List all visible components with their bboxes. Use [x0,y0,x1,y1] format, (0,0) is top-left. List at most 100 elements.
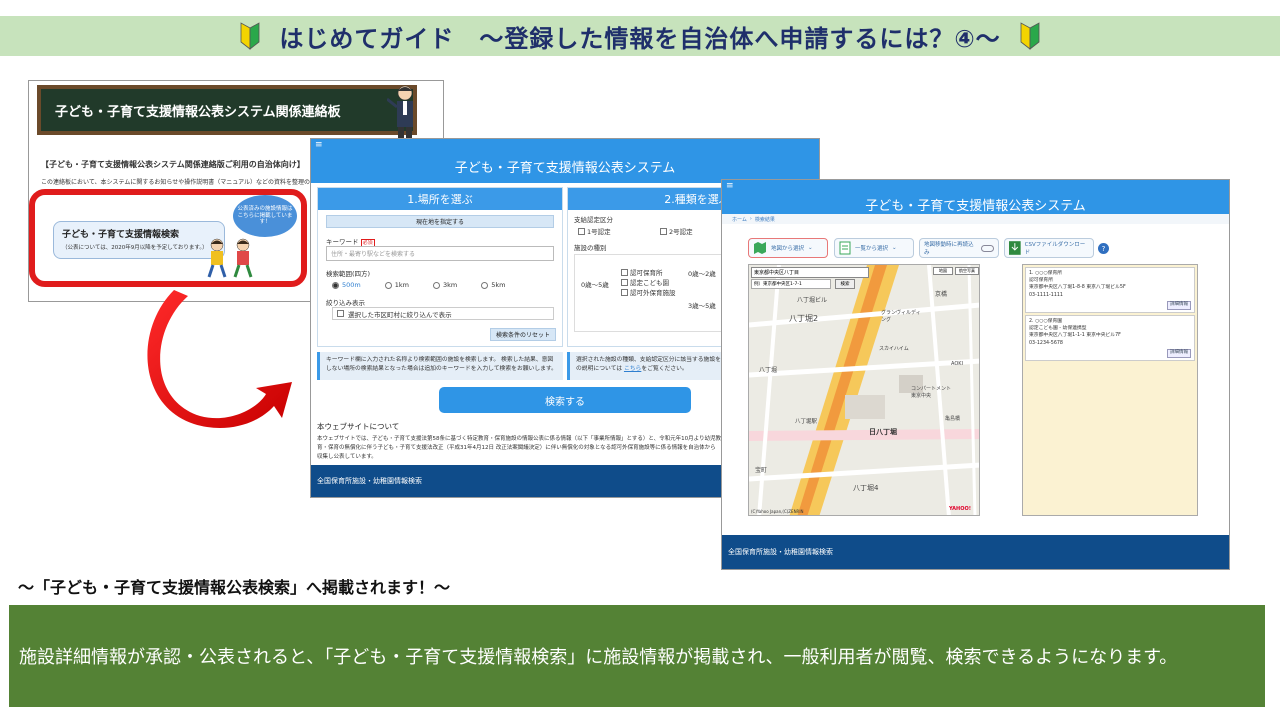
range-option-3km[interactable]: 3km [432,281,457,289]
keyword-info: キーワード欄に入力された名称より検索範囲の施設を検索します。 検索した結果、意図… [317,352,563,380]
bulletin-note: この連絡板において、本システムに関するお知らせや操作説明書（マニュアル）などの資… [41,179,317,186]
age-range-0-5: 0歳～5歳 [581,281,609,289]
keyword-input[interactable]: 住所・最寄り駅などを検索する [326,246,554,261]
map-search-input[interactable]: 例）東京都中央区1-7-1 [751,279,831,289]
curved-arrow-icon [147,290,292,428]
narrow-checkbox[interactable]: 選択した市区町村に絞り込んで表示 [332,307,554,320]
breadcrumb-current: 検索結果 [754,216,775,223]
speech-bubble: 公表済みの施設情報はこちらに掲載しています！ [233,195,297,237]
range-option-5km[interactable]: 5km [481,281,505,289]
menu-icon[interactable]: ≡ [315,140,323,150]
type-nursery-checkbox[interactable]: 認可保育所 [621,267,663,277]
list-select-button[interactable]: 一覧から選択 ⌄ [834,238,914,258]
bulletin-heading: 【子ども・子育て支援情報公表システム関係連絡版ご利用の自治体向け】 [41,160,305,169]
beginner-mark-icon [240,22,260,50]
yahoo-logo: YAHOO! [949,506,971,512]
type-kodomoen-checkbox[interactable]: 認定こども園 [621,277,669,287]
checkbox-icon [660,227,667,235]
range-option-500m[interactable]: 500m [332,281,361,289]
map-screen-screenshot: ≡ 子ども・子育て支援情報公表システム ホーム › 検索結果 地図から選択 ⌄ … [721,179,1230,570]
help-icon[interactable]: ? [1098,243,1109,254]
detail-button[interactable]: 詳細情報 [1167,301,1191,310]
map-search-button[interactable]: 検索 [835,279,855,289]
range-label: 検索範囲(四方) [326,270,371,278]
radio-icon [432,281,440,289]
list-item[interactable]: 2. ○○○保育園 認定こども園 - 幼保連携型 東京都中央区八丁堀1-1-1 … [1025,315,1195,361]
checkbox-icon [337,310,344,317]
facility-tel: 03-1234-5678 [1029,340,1063,346]
facility-name: 2. ○○○保育園 [1029,319,1063,324]
facility-type: 認可保育所 [1029,278,1053,284]
system-title: 子ども・子育て支援情報公表システム [454,161,676,176]
map-label: 八丁堀ビル [797,297,828,304]
map-tab-aerial[interactable]: 航空写真 [955,267,979,275]
map-banner: 日八丁堀 [869,428,897,436]
result-list: 1. ○○○保育所 認可保育所 東京都中央区八丁堀1-8-8 東京八丁堀ビル5F… [1022,264,1198,516]
menu-icon[interactable]: ≡ [726,181,734,191]
map-label: 宝町 [755,467,768,474]
map-label: 八丁堀駅 [795,419,818,425]
range-radio-group: 500m 1km 3km 5km [332,281,505,289]
download-icon [1009,241,1021,255]
map-icon [754,242,766,254]
facility-address: 東京都中央区八丁堀1-8-8 東京八丁堀ビル5F [1029,285,1126,291]
cert1-checkbox[interactable]: 1号認定 [578,226,611,236]
toggle-icon [980,244,994,252]
chevron-down-icon: ⌄ [808,245,813,251]
map-area[interactable]: 東京都中央区八丁目 例）東京都中央区1-7-1 検索 航空写真 地図 八丁堀ビル… [748,264,980,516]
map-select-button[interactable]: 地図から選択 ⌄ [748,238,828,258]
facility-address: 東京都中央区八丁堀1-1-1 東京中央ビル7F [1029,333,1121,339]
keyword-label: キーワード 必須 [326,236,375,247]
facility-type: 認定こども園 - 幼保連携型 [1029,326,1087,332]
system-title: 子ども・子育て支援情報公表システム [865,199,1086,214]
type-unlicensed-checkbox[interactable]: 認可外保育施設 [621,287,676,297]
info-link[interactable]: こちら [624,366,641,372]
caption: ～「子ども・子育て支援情報公表検索」へ掲載されます！～ [18,578,451,597]
facility-type-box: 0歳～5歳 認可保育所 認定こども園 認可外保育施設 [574,254,724,332]
list-item[interactable]: 1. ○○○保育所 認可保育所 東京都中央区八丁堀1-8-8 東京八丁堀ビル5F… [1025,267,1195,313]
age-range-3-5: 3歳～5歳 [688,302,716,310]
map-label: スカイハイム [879,346,909,352]
map-label: コンパートメント東京中央 [911,386,952,399]
facility-name: 1. ○○○保育所 [1029,271,1063,276]
search-card-subtitle: （公表については、2020年9月以降を予定しております。） [62,245,208,251]
map-label: 八丁堀 [759,367,778,374]
system-footer: 全国保育所施設・幼稚園情報検索 [722,535,1229,569]
map-label: 亀島橋 [945,416,961,422]
map-label: 八丁堀4 [853,484,879,492]
search-link-card[interactable]: 子ども・子育て支援情報検索 （公表については、2020年9月以降を予定しておりま… [53,221,225,259]
facility-type-label: 施設の種別 [574,244,607,252]
map-label: 八丁堀2 [789,314,819,323]
page-title: はじめてガイド ～登録した情報を自治体へ申請するには？④～ [279,24,1001,53]
radio-icon [384,281,392,289]
csv-download-button[interactable]: CSVファイルダウンロード [1004,238,1094,258]
board-title: 子ども・子育て支援情報公表システム関係連絡板 [55,104,341,120]
age-range-0-2: 0歳～2歳 [688,270,716,278]
beginner-mark-icon [1020,22,1040,50]
map-tab-map[interactable]: 地図 [933,267,953,275]
reset-button[interactable]: 検索条件のリセット [490,328,556,341]
breadcrumb-home[interactable]: ホーム [732,216,747,223]
map-reload-toggle[interactable]: 地図移動時に再読込み [919,238,999,258]
breadcrumb-separator: › [749,216,752,222]
title-bar: はじめてガイド ～登録した情報を自治体へ申請するには？④～ [0,16,1280,56]
map-copyright: (C)Yahoo Japan,(C)ZENRIN [751,509,804,514]
cert2-checkbox[interactable]: 2号認定 [660,226,693,236]
system-header: ≡ 子ども・子育て支援情報公表システム [311,139,819,183]
narrow-label: 絞り込み表示 [326,299,365,307]
map-label: グランヴィルディング [881,310,921,323]
radio-selected-icon [332,281,339,289]
keyword-label-text: キーワード [326,238,359,246]
checkbox-icon [621,268,628,276]
chevron-down-icon: ⌄ [892,245,897,251]
range-option-1km[interactable]: 1km [384,281,409,289]
detail-button[interactable]: 詳細情報 [1167,349,1191,358]
teacher-illustration-icon [387,85,413,141]
checkbox-icon [621,288,628,296]
about-text: 本ウェブサイトでは、子ども・子育て支援法第58条に基づく特定教育・保育施設の情報… [317,436,722,460]
current-location-button[interactable]: 現在地を指定する [326,215,554,228]
search-button[interactable]: 検索する [439,387,691,413]
map-label: 京橋 [935,291,948,298]
map-label: AOKI [951,361,964,367]
description-text: 施設詳細情報が承認・公表されると、「子ども・子育て支援情報検索」に施設情報が掲載… [19,647,1178,668]
